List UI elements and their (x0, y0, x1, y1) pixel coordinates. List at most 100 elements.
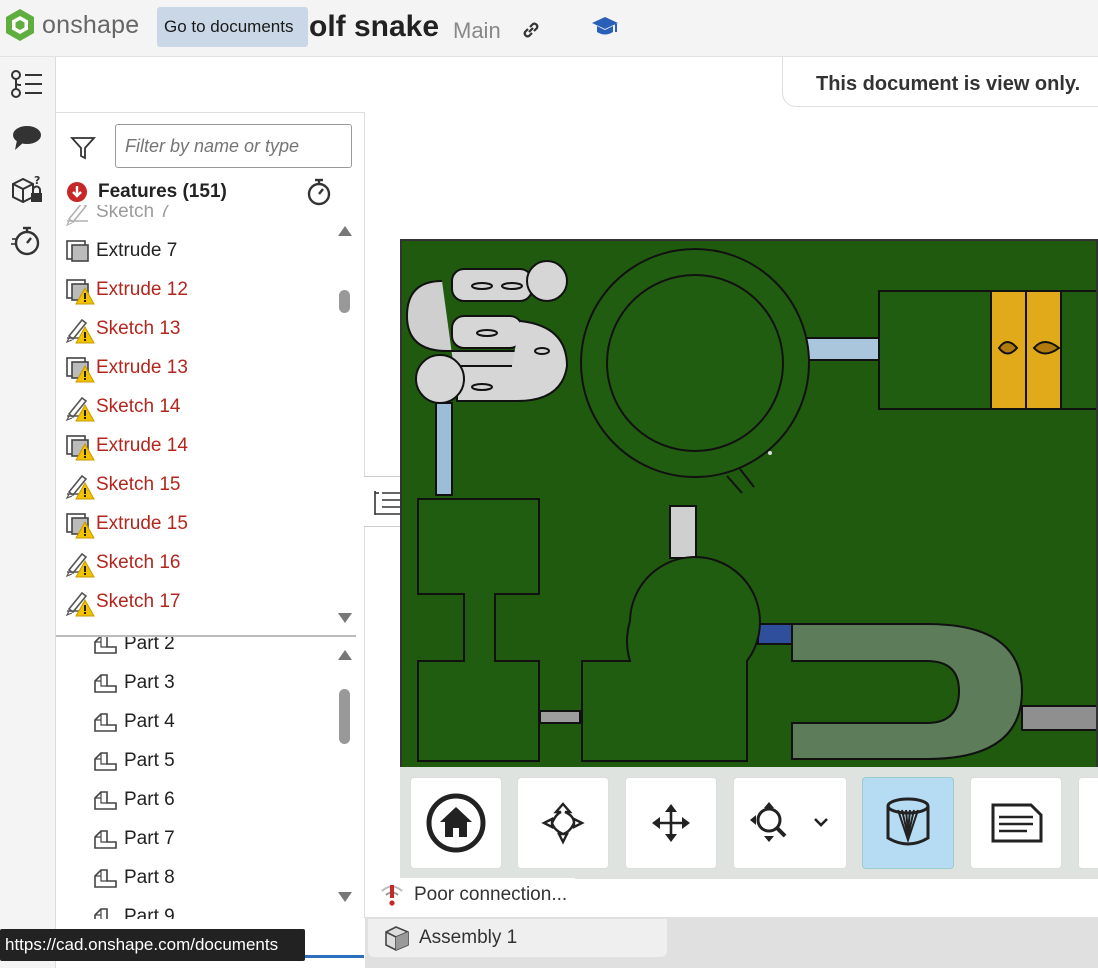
part-item-label: Part 3 (124, 671, 175, 693)
feature-item-label: Sketch 14 (96, 395, 181, 417)
view-only-banner: This document is view only. (782, 57, 1098, 107)
part-item[interactable]: Part 6 (92, 780, 175, 819)
tab-assembly-1[interactable]: Assembly 1 (368, 919, 667, 957)
parts-scrollbar-thumb[interactable] (339, 689, 350, 744)
feature-item[interactable]: Extrude 14 (64, 426, 188, 465)
feature-item[interactable]: Sketch 15 (64, 465, 181, 504)
feature-item[interactable]: Extrude 12 (64, 270, 188, 309)
part-item[interactable]: Part 9 (92, 897, 175, 919)
part-item[interactable]: Part 8 (92, 858, 175, 897)
part-item-label: Part 6 (124, 788, 175, 810)
pan-button[interactable] (625, 777, 717, 869)
onshape-logo-icon (6, 9, 34, 41)
part-icon (92, 747, 124, 775)
part-item[interactable]: Part 2 (92, 637, 175, 663)
onshape-logo[interactable]: onshape (4, 8, 139, 42)
sketch-icon (64, 548, 96, 578)
section-view-icon (886, 797, 930, 846)
comments-icon[interactable] (9, 123, 45, 153)
sketch-icon (64, 392, 96, 422)
brand-name: onshape (42, 10, 140, 39)
zoom-button[interactable] (733, 777, 847, 869)
part-item[interactable]: Part 7 (92, 819, 175, 858)
part-item[interactable]: Part 3 (92, 663, 175, 702)
rollback-arrow-icon[interactable] (66, 181, 88, 203)
sketch-icon (64, 205, 96, 227)
feature-tree-icon[interactable] (9, 69, 45, 99)
home-icon (426, 793, 486, 853)
extrude-icon (64, 353, 96, 383)
feature-item[interactable]: Sketch 14 (64, 387, 181, 426)
stopwatch-icon[interactable] (9, 225, 45, 257)
part-item[interactable]: Part 5 (92, 741, 175, 780)
education-cap-icon[interactable] (591, 14, 619, 40)
top-bar: onshape Go to documents olf snake Main (0, 0, 1098, 57)
document-title[interactable]: olf snake (309, 10, 439, 44)
browser-status-url: https://cad.onshape.com/documents (0, 929, 305, 961)
sketch-icon (64, 314, 96, 344)
link-icon[interactable] (519, 18, 543, 42)
part-icon (92, 825, 124, 853)
home-view-button[interactable] (410, 777, 502, 869)
named-views-button[interactable] (970, 777, 1062, 869)
svg-text:?: ? (34, 174, 40, 187)
feature-item-label: Sketch 15 (96, 473, 181, 495)
parts-list: Part 2 Part 3 Part 4 Part 5 Part 6 Part 7 Part… (56, 637, 356, 919)
performance-stopwatch-icon[interactable] (305, 177, 333, 207)
filter-icon[interactable] (70, 136, 96, 160)
go-to-documents-tooltip[interactable]: Go to documents (157, 7, 308, 47)
pan-icon (652, 804, 690, 842)
part-icon (92, 708, 124, 736)
feature-item[interactable]: Sketch 7 (64, 205, 170, 231)
features-header[interactable]: Features (151) (66, 179, 227, 205)
feature-list: Sketch 7 Extrude 7 Extrude 12 Sketch 13 Extr… (56, 205, 356, 636)
features-count-label: Features (151) (98, 181, 227, 202)
feature-scrollbar-thumb[interactable] (339, 290, 350, 313)
parts-lock-icon[interactable]: ? (9, 173, 45, 207)
zoom-icon (750, 802, 828, 842)
left-rail: ? (0, 57, 56, 968)
feature-scroll-down-icon[interactable] (337, 612, 353, 624)
feature-filter-input[interactable] (115, 124, 352, 168)
branch-name[interactable]: Main (453, 18, 501, 44)
part-icon (92, 786, 124, 814)
parts-scroll-down-icon[interactable] (337, 891, 353, 903)
assembly-icon (385, 926, 409, 951)
more-tools-button[interactable] (1078, 777, 1098, 869)
feature-item-label: Extrude 7 (96, 239, 178, 261)
sketch-icon (64, 470, 96, 500)
feature-item[interactable]: Sketch 17 (64, 582, 181, 621)
part-icon (92, 903, 124, 919)
named-views-icon (991, 803, 1043, 843)
feature-scroll-up-icon[interactable] (337, 225, 353, 237)
part-item-label: Part 9 (124, 905, 175, 920)
feature-item[interactable]: Extrude 15 (64, 504, 188, 543)
feature-item[interactable]: Extrude 13 (64, 348, 188, 387)
extrude-icon (64, 275, 96, 305)
feature-item[interactable]: Extrude 7 (64, 231, 177, 270)
rotate-button[interactable] (517, 777, 609, 869)
feature-item-label: Extrude 15 (96, 512, 188, 534)
feature-item-label: Sketch 17 (96, 590, 181, 612)
feature-item-label: Sketch 7 (96, 205, 170, 222)
extrude-icon (64, 431, 96, 461)
feature-item-label: Sketch 16 (96, 551, 181, 573)
feature-item-label: Extrude 14 (96, 434, 188, 456)
part-icon (92, 669, 124, 697)
feature-item-label: Extrude 13 (96, 356, 188, 378)
part-item[interactable]: Part 4 (92, 702, 175, 741)
extrude-icon (64, 236, 96, 266)
parts-scroll-up-icon[interactable] (337, 649, 353, 661)
tab-assembly-label: Assembly 1 (419, 927, 518, 948)
poor-connection-icon (381, 885, 403, 906)
feature-item[interactable]: Sketch 16 (64, 543, 181, 582)
sketch-icon (64, 587, 96, 617)
part-item-label: Part 5 (124, 749, 175, 771)
connection-status: Poor connection... (378, 878, 576, 912)
section-view-button[interactable] (862, 777, 954, 869)
part-item-label: Part 8 (124, 866, 175, 888)
feature-item[interactable]: Sketch 13 (64, 309, 181, 348)
part-item-label: Part 2 (124, 637, 175, 654)
feature-panel: Features (151) Sketch 7 Extrude 7 Extrude … (56, 112, 365, 919)
rotate-icon (541, 802, 585, 845)
